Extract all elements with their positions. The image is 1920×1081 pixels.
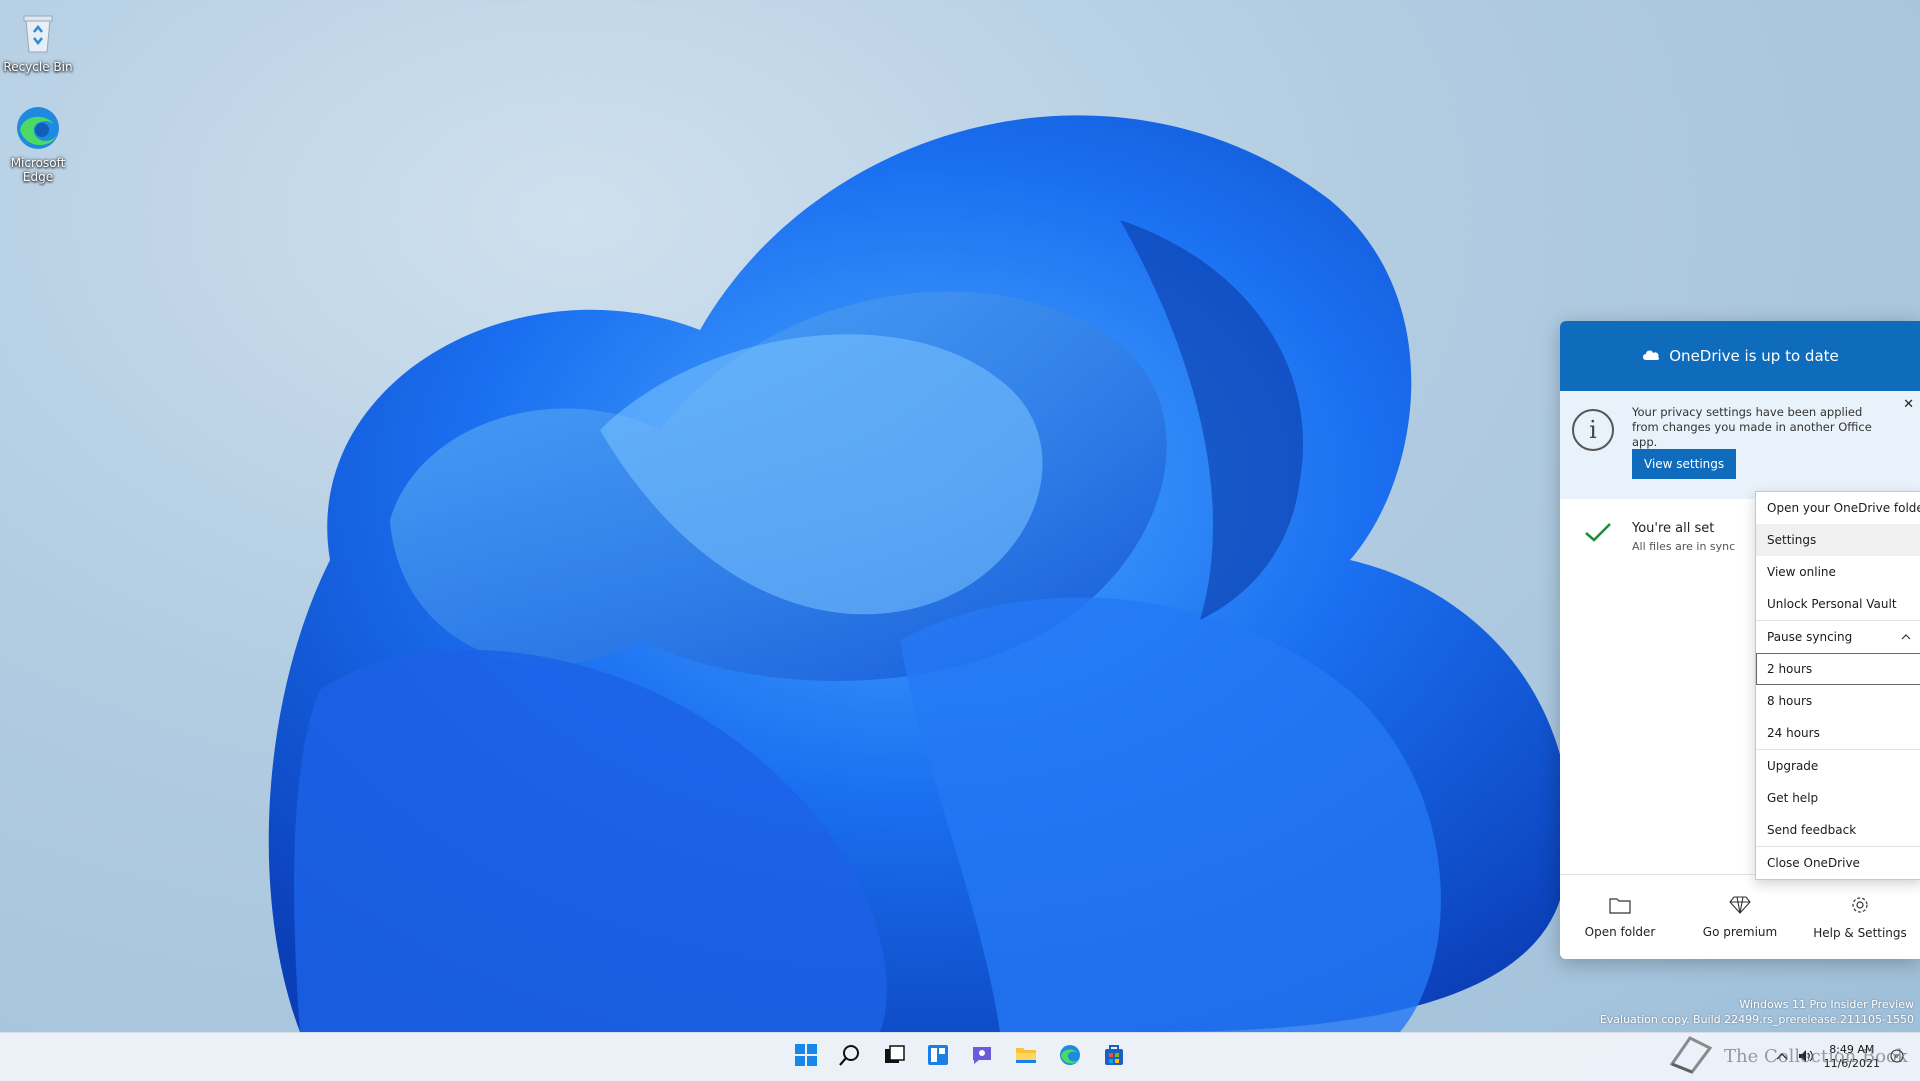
menu-item-close-onedrive[interactable]: Close OneDrive: [1756, 846, 1920, 879]
gear-icon: [1850, 895, 1870, 918]
taskbar: 8:49 AM 11/6/2021: [0, 1032, 1920, 1081]
menu-item-pause-syncing[interactable]: Pause syncing: [1756, 620, 1920, 653]
recycle-bin-icon: [14, 8, 62, 56]
start-icon: [794, 1043, 818, 1071]
privacy-notice-text: Your privacy settings have been applied …: [1632, 405, 1872, 449]
close-icon[interactable]: ✕: [1903, 397, 1914, 412]
book-icon: [1666, 1034, 1714, 1079]
start-button[interactable]: [788, 1039, 824, 1075]
edge-button[interactable]: [1052, 1039, 1088, 1075]
store-icon: [1102, 1043, 1126, 1071]
evaluation-watermark: Windows 11 Pro Insider Preview Evaluatio…: [1600, 997, 1914, 1027]
watermark-line-1: Windows 11 Pro Insider Preview: [1739, 998, 1914, 1011]
store-button[interactable]: [1096, 1039, 1132, 1075]
menu-item-pause-24-hours[interactable]: 24 hours: [1756, 717, 1920, 749]
brand-text: The Collection Book: [1724, 1045, 1908, 1067]
menu-item-unlock-vault[interactable]: Unlock Personal Vault: [1756, 588, 1920, 620]
edge-icon: [1058, 1043, 1082, 1071]
sync-status-subtitle: All files are in sync: [1632, 540, 1736, 553]
view-settings-button[interactable]: View settings: [1632, 449, 1737, 479]
menu-item-view-online[interactable]: View online: [1756, 556, 1920, 588]
sync-status-title: You're all set: [1632, 521, 1715, 536]
search-button[interactable]: [832, 1039, 868, 1075]
task-view-icon: [882, 1043, 906, 1071]
menu-item-pause-8-hours[interactable]: 8 hours: [1756, 685, 1920, 717]
help-settings-button[interactable]: Help & Settings: [1800, 875, 1920, 959]
go-premium-button[interactable]: Go premium: [1680, 875, 1800, 959]
menu-item-send-feedback[interactable]: Send feedback: [1756, 814, 1920, 846]
desktop-icon-label: Microsoft Edge: [10, 156, 66, 184]
privacy-notice: i Your privacy settings have been applie…: [1560, 391, 1920, 499]
desktop-icon-label: Recycle Bin: [3, 60, 73, 74]
open-folder-button[interactable]: Open folder: [1560, 875, 1680, 959]
desktop-icon-recycle-bin[interactable]: Recycle Bin: [0, 8, 78, 74]
onedrive-footer: Open folder Go premium Help & Settings: [1560, 874, 1920, 959]
chat-icon: [970, 1043, 994, 1071]
chat-button[interactable]: [964, 1039, 1000, 1075]
desktop-icon-microsoft-edge[interactable]: Microsoft Edge: [0, 104, 78, 184]
widgets-icon: [926, 1043, 950, 1071]
search-icon: [838, 1043, 862, 1071]
menu-item-open-folder[interactable]: Open your OneDrive folder: [1756, 492, 1920, 524]
edge-icon: [14, 104, 62, 152]
go-premium-label: Go premium: [1702, 924, 1778, 939]
file-explorer-button[interactable]: [1008, 1039, 1044, 1075]
diamond-icon: [1729, 895, 1751, 917]
task-view-button[interactable]: [876, 1039, 912, 1075]
cloud-icon: [1641, 347, 1661, 365]
menu-item-pause-2-hours[interactable]: 2 hours: [1756, 653, 1920, 685]
help-settings-label: Help & Settings: [1813, 925, 1907, 940]
menu-item-settings[interactable]: Settings: [1756, 524, 1920, 556]
menu-item-get-help[interactable]: Get help: [1756, 782, 1920, 814]
widgets-button[interactable]: [920, 1039, 956, 1075]
info-icon: i: [1572, 409, 1614, 451]
chevron-up-icon: [1901, 621, 1911, 653]
checkmark-icon: [1584, 521, 1612, 547]
watermark-line-2: Evaluation copy. Build 22499.rs_prerelea…: [1599, 1013, 1914, 1026]
onedrive-header: OneDrive is up to date: [1560, 321, 1920, 391]
brand-overlay: The Collection Book: [1666, 1032, 1908, 1080]
folder-icon: [1609, 896, 1631, 917]
onedrive-context-menu: Open your OneDrive folder Settings View …: [1755, 491, 1920, 880]
file-explorer-icon: [1014, 1043, 1038, 1071]
menu-item-label: Pause syncing: [1767, 630, 1853, 644]
onedrive-status-title: OneDrive is up to date: [1669, 347, 1839, 365]
open-folder-label: Open folder: [1584, 924, 1656, 939]
menu-item-upgrade[interactable]: Upgrade: [1756, 749, 1920, 782]
taskbar-apps: [788, 1039, 1132, 1075]
